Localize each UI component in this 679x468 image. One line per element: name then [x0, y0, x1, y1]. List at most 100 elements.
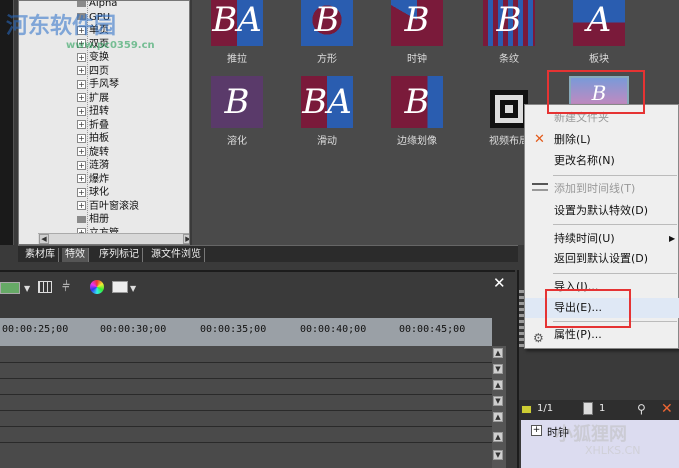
chevron-down-icon[interactable]: ▼ [130, 284, 136, 293]
expand-icon[interactable]: + [77, 66, 86, 75]
effect-label: 边缘划像 [397, 136, 437, 147]
effect-item[interactable]: B 时钟 [378, 0, 456, 65]
effect-thumbnail-icon: B [211, 76, 263, 128]
effect-item[interactable]: B 溶化 [198, 76, 276, 147]
timeline-ruler[interactable]: 00:00:25;00 00:00:30;00 00:00:35;00 00:0… [0, 318, 492, 346]
submenu-arrow-icon: ▶ [669, 234, 676, 243]
thumbnail-letters: A [586, 0, 612, 40]
effect-item[interactable]: BA 推拉 [198, 0, 276, 65]
scroll-left-icon[interactable]: ◀ [39, 234, 49, 244]
watermark-logo: 河东软件园 www.pc0359.cn [6, 14, 155, 51]
expand-icon[interactable]: + [77, 133, 86, 143]
menu-item-duration[interactable]: 持续时间(U) ▶ [525, 229, 679, 249]
tracks-vertical-scrollbar[interactable]: ▲ ▼ ▲ ▼ ▲ ▲ ▼ [492, 346, 506, 468]
tree-item-label: 百叶窗滚浪 [89, 200, 139, 212]
thumbnail-letters: B [404, 82, 430, 122]
scroll-down-icon[interactable]: ▼ [493, 396, 503, 406]
expand-icon[interactable]: + [77, 187, 86, 197]
grid-icon[interactable] [38, 281, 52, 293]
expand-icon[interactable]: + [77, 93, 86, 102]
menu-item-reset-default[interactable]: 返回到默认设置(D) [525, 249, 679, 269]
expand-icon[interactable]: + [77, 160, 86, 170]
timeline-tracks[interactable] [0, 346, 492, 468]
menu-item-set-default[interactable]: 设置为默认特效(D) [525, 201, 679, 221]
track-divider [0, 442, 492, 443]
mixer-icon[interactable]: ⫩ [62, 279, 70, 295]
menu-label: 更改名称(N) [554, 154, 615, 167]
effect-item[interactable]: B 边缘划像 [378, 76, 456, 147]
panel-tabs: 素材库 特效 序列标记 源文件浏览 [18, 245, 518, 262]
tab-sequence-markers[interactable]: 序列标记 [96, 248, 143, 262]
effect-thumbnail-icon: B [391, 0, 443, 46]
tree-item-label: 扩展 [89, 92, 109, 104]
effect-thumbnail-icon: BA [301, 76, 353, 128]
thumbnail-letters: B [496, 0, 522, 40]
menu-label: 持续时间(U) [554, 232, 615, 245]
effect-item[interactable]: A 板块 [560, 0, 638, 65]
folder-icon[interactable] [77, 1, 86, 7]
expand-icon[interactable]: + [77, 106, 86, 116]
chevron-down-icon[interactable]: ▼ [24, 284, 30, 293]
folder-icon[interactable] [521, 405, 532, 414]
scroll-up-icon[interactable]: ▲ [493, 432, 503, 442]
menu-item-properties[interactable]: ⚙ 属性(P)... [525, 325, 679, 345]
tree-horizontal-scrollbar[interactable]: ◀ ▶ [38, 233, 189, 244]
track-mode-icon[interactable] [0, 282, 20, 294]
menu-label: 返回到默认设置(D) [554, 252, 649, 265]
color-wheel-icon[interactable] [90, 280, 104, 294]
menu-separator [553, 224, 677, 225]
thumbnail-letters: B [224, 82, 250, 122]
tab-source-browser[interactable]: 源文件浏览 [148, 248, 205, 262]
expand-icon[interactable]: + [77, 174, 86, 183]
window-icon[interactable] [112, 281, 128, 293]
tree-item-label: 爆炸 [89, 173, 109, 185]
effect-thumbnail-icon: B [391, 76, 443, 128]
link-icon[interactable]: ⚲ [637, 402, 646, 416]
expand-icon[interactable]: + [77, 147, 86, 156]
tree-item-label: 四页 [89, 65, 109, 77]
scroll-down-icon[interactable]: ▼ [493, 364, 503, 374]
close-icon[interactable]: ✕ [493, 274, 506, 292]
track-divider [0, 426, 492, 427]
scroll-right-icon[interactable]: ▶ [183, 234, 189, 244]
tab-library[interactable]: 素材库 [22, 248, 59, 262]
scroll-down-icon[interactable]: ▼ [493, 450, 503, 460]
thumbnail-letters: BA [212, 0, 262, 40]
ruler-tick-label: 00:00:45;00 [399, 324, 466, 335]
tab-effects[interactable]: 特效 [62, 248, 89, 262]
effect-label: 推拉 [227, 54, 247, 65]
effect-item[interactable]: B 方形 [288, 0, 366, 65]
tree-item-label: 旋转 [89, 146, 109, 158]
scroll-up-icon[interactable]: ▲ [493, 412, 503, 422]
scroll-up-icon[interactable]: ▲ [493, 380, 503, 390]
track-divider [0, 378, 492, 379]
menu-item-rename[interactable]: 更改名称(N) [525, 151, 679, 171]
menu-item-add-to-timeline[interactable]: 添加到时间线(T) [525, 179, 679, 199]
page-icon [583, 402, 593, 415]
effect-label: 时钟 [407, 54, 427, 65]
menu-item-delete[interactable]: ✕ 删除(L) [525, 130, 679, 150]
track-divider [0, 362, 492, 363]
thumbnail-letters: B [314, 0, 340, 40]
tree-item-label: 折叠 [89, 119, 109, 131]
delete-icon[interactable]: ✕ [661, 401, 673, 417]
expand-icon[interactable]: + [77, 120, 86, 129]
effect-item[interactable]: B 条纹 [470, 0, 548, 65]
scroll-up-icon[interactable]: ▲ [493, 348, 503, 358]
menu-label: 属性(P)... [554, 328, 602, 341]
expand-icon[interactable]: + [77, 201, 86, 210]
highlight-box-export [545, 289, 631, 328]
menu-label: 添加到时间线(T) [554, 182, 636, 195]
expand-icon[interactable]: + [77, 79, 86, 89]
expand-icon[interactable]: + [77, 52, 86, 62]
tree-item-label: 涟漪 [89, 160, 109, 171]
tree-item-label: 球化 [89, 187, 109, 198]
folder-icon[interactable] [77, 215, 86, 223]
expand-icon[interactable]: + [531, 425, 542, 436]
highlight-box-selected-effect [547, 70, 645, 114]
menu-separator [553, 175, 677, 176]
tree-item-label: 拍板 [89, 133, 109, 144]
effect-item[interactable]: BA 滑动 [288, 76, 366, 147]
tree-item-label: 变换 [89, 52, 109, 63]
properties-icon: ⚙ [533, 331, 544, 345]
